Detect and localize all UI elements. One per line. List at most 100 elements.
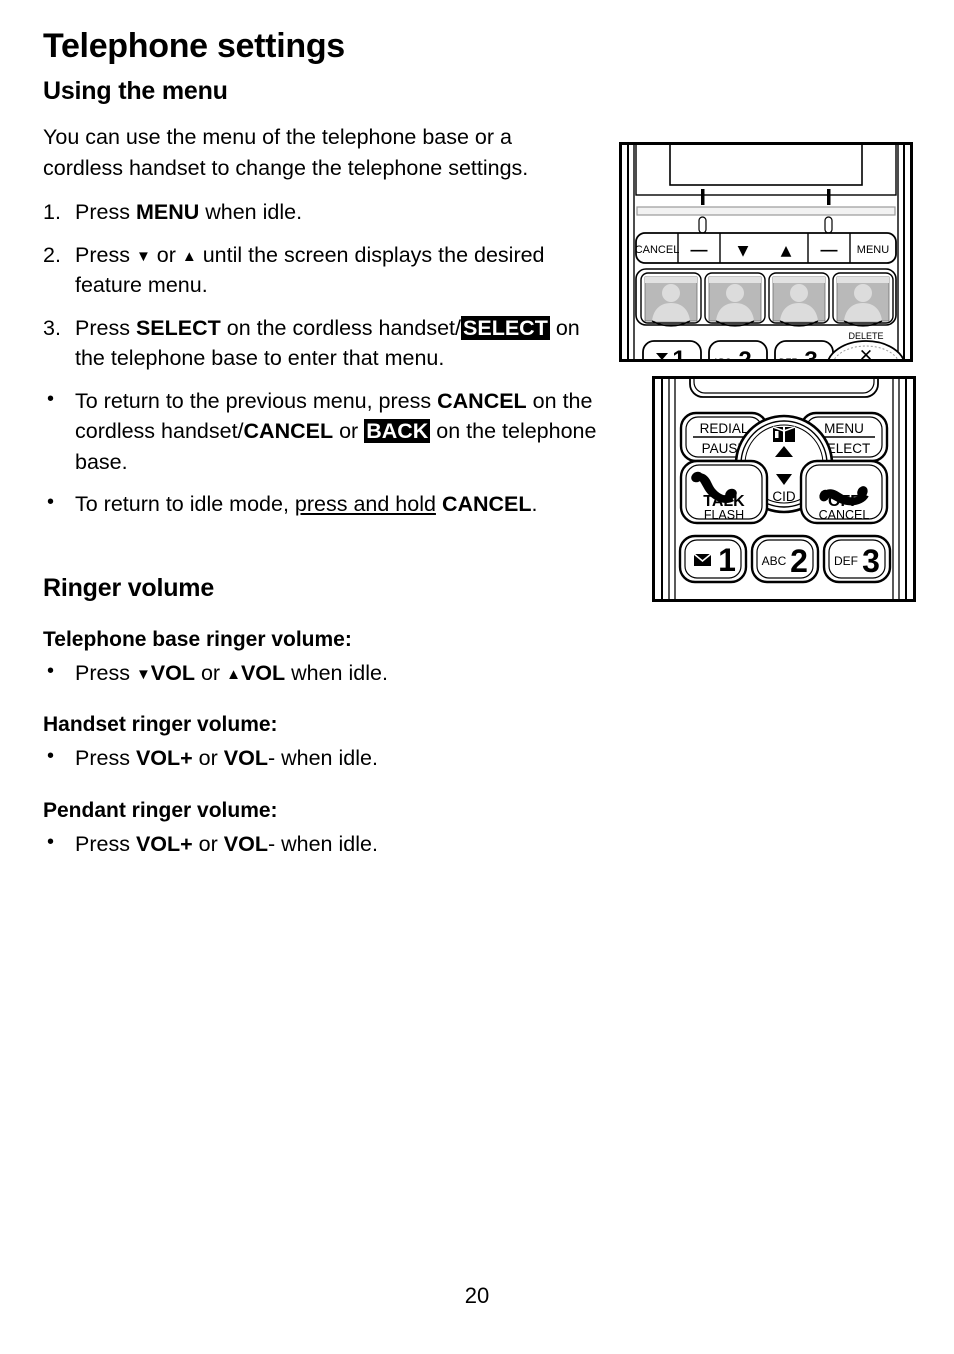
emphasis-bold: CANCEL bbox=[441, 492, 532, 517]
svg-text:1: 1 bbox=[718, 542, 736, 578]
bullet-glyph: • bbox=[47, 745, 55, 768]
emphasis-bold: MENU bbox=[135, 200, 200, 225]
svg-text:ABC: ABC bbox=[762, 554, 787, 568]
text-run: or bbox=[192, 832, 224, 857]
intro-paragraph: You can use the menu of the telephone ba… bbox=[43, 125, 529, 180]
emphasis-bold: SELECT bbox=[135, 315, 221, 340]
svg-text:CANCEL: CANCEL bbox=[635, 244, 680, 256]
figure-cordless-handset: REDIAL PAUSE MENU SELECT CID TALK FLASH … bbox=[652, 376, 916, 602]
emphasis-bold: VOL bbox=[223, 832, 268, 857]
softkey-strip: CANCEL — ▼ ▲ — MENU bbox=[635, 232, 897, 264]
step-item: 1. Press MENU when idle. bbox=[43, 197, 603, 228]
ringer-volume-subheading: Pendant ringer volume: bbox=[43, 798, 278, 822]
voicemail-envelope-icon bbox=[693, 553, 712, 566]
step-number: 2. bbox=[43, 242, 61, 267]
ringer-volume-subheading: Telephone base ringer volume: bbox=[43, 627, 352, 651]
ringer-volume-group: Handset ringer volume: • Press VOL+ or VOL… bbox=[43, 712, 913, 774]
text-run: or bbox=[150, 242, 182, 267]
ringer-volume-list: • Press ▼VOL or ▲VOL when idle. bbox=[43, 658, 913, 689]
steps-list: 1. Press MENU when idle. 2. Press ▼ or ▲ un… bbox=[43, 197, 603, 374]
svg-text:MENU: MENU bbox=[857, 244, 889, 256]
emphasis-underline: press and hold bbox=[294, 492, 436, 517]
svg-text:3: 3 bbox=[804, 347, 817, 359]
arrow-glyph: ▲ bbox=[181, 247, 197, 265]
step-number: 1. bbox=[43, 200, 61, 225]
text-run: Press bbox=[75, 200, 136, 225]
inverted-key-label: SELECT bbox=[461, 315, 550, 340]
telephone-base-illustration: CANCEL — ▼ ▲ — MENU DELETE ✕ bbox=[622, 145, 910, 359]
page-number: 20 bbox=[464, 1283, 490, 1308]
step-text: Press ▼ or ▲ until the screen displays t… bbox=[75, 243, 545, 298]
step-item: 3. Press SELECT on the cordless handset/S… bbox=[43, 313, 603, 374]
arrow-glyph: ▼ bbox=[135, 247, 151, 265]
text-run: Press bbox=[75, 660, 136, 685]
cordless-handset-illustration: REDIAL PAUSE MENU SELECT CID TALK FLASH … bbox=[655, 379, 913, 599]
text-run: To return to idle mode, bbox=[75, 492, 295, 517]
text-run: when idle. bbox=[285, 660, 388, 685]
speed-dial-buttons bbox=[635, 268, 897, 327]
handset-keypad-row: 1 ABC 2 DEF 3 bbox=[678, 534, 892, 584]
svg-text:2: 2 bbox=[738, 347, 751, 359]
emphasis-bold: CANCEL bbox=[437, 388, 527, 413]
text-run: when idle. bbox=[199, 200, 303, 225]
handset-button-off: OFF CANCEL bbox=[799, 459, 889, 525]
svg-text:ABC: ABC bbox=[713, 357, 732, 359]
inverted-key-label: BACK bbox=[364, 419, 431, 444]
bullet-glyph: • bbox=[47, 831, 55, 854]
text-run: or bbox=[195, 660, 227, 685]
ringer-volume-groups: Telephone base ringer volume: • Press ▼ VOL… bbox=[43, 627, 913, 860]
document-page: Telephone settings Using the menu You ca… bbox=[0, 0, 954, 1354]
text-run: To return to the previous menu, press bbox=[75, 388, 438, 413]
note-item: • To return to the previous menu, press C… bbox=[43, 386, 643, 478]
ringer-volume-list: • Press VOL+ or VOL- when idle. bbox=[43, 743, 913, 774]
svg-text:—: — bbox=[691, 240, 708, 259]
svg-text:FLASH: FLASH bbox=[704, 508, 744, 522]
notes-list: • To return to the previous menu, press C… bbox=[43, 386, 643, 520]
svg-text:DELETE: DELETE bbox=[848, 331, 883, 341]
svg-text:CANCEL: CANCEL bbox=[819, 508, 870, 522]
handset-button-talk: TALK FLASH bbox=[679, 459, 769, 525]
svg-text:✕: ✕ bbox=[859, 346, 873, 359]
ringer-volume-group: Pendant ringer volume: • Press VOL+ or VOL… bbox=[43, 798, 913, 860]
bullet-glyph: • bbox=[47, 491, 55, 514]
svg-text:▲: ▲ bbox=[781, 243, 792, 259]
ringer-volume-list: • Press VOL+ or VOL- when idle. bbox=[43, 829, 913, 860]
text-run: Press bbox=[75, 746, 136, 771]
ringer-volume-text: Press VOL+ or VOL- when idle. bbox=[75, 832, 378, 856]
bullet-glyph: • bbox=[47, 659, 55, 682]
page-title: Telephone settings bbox=[43, 27, 345, 65]
text-run: Press bbox=[75, 315, 136, 340]
svg-text:DEF: DEF bbox=[779, 357, 798, 359]
note-text: To return to the previous menu, press CA… bbox=[75, 389, 596, 474]
emphasis-bold: CANCEL bbox=[243, 419, 334, 444]
bullet-glyph: • bbox=[47, 387, 55, 410]
emphasis-bold: VOL+ bbox=[135, 746, 193, 771]
figure-telephone-base: CANCEL — ▼ ▲ — MENU DELETE ✕ bbox=[619, 142, 913, 362]
ringer-volume-text: Press ▼VOL or ▲VOL when idle. bbox=[75, 661, 388, 685]
ringer-volume-section: Ringer volume Telephone base ringer volu… bbox=[43, 574, 913, 860]
svg-text:1: 1 bbox=[672, 346, 685, 359]
note-text: To return to idle mode, press and hold C… bbox=[75, 492, 538, 516]
svg-text:DEF: DEF bbox=[834, 554, 858, 568]
svg-text:MENU: MENU bbox=[824, 421, 864, 436]
step-number: 3. bbox=[43, 315, 61, 340]
note-item: • To return to idle mode, press and hold … bbox=[43, 489, 643, 520]
ringer-volume-text: Press VOL+ or VOL- when idle. bbox=[75, 746, 378, 770]
ringer-volume-subheading: Handset ringer volume: bbox=[43, 713, 278, 737]
svg-text:▼: ▼ bbox=[738, 243, 749, 259]
text-run: . bbox=[531, 492, 538, 517]
text-run: or bbox=[192, 746, 224, 771]
arrow-glyph: ▼ bbox=[135, 665, 151, 683]
text-run: on the cordless handset/ bbox=[220, 315, 462, 340]
emphasis-bold: VOL bbox=[223, 746, 268, 771]
emphasis-bold: VOL+ bbox=[135, 832, 193, 857]
step-text: Press SELECT on the cordless handset/SEL… bbox=[75, 315, 580, 370]
step-item: 2. Press ▼ or ▲ until the screen displays… bbox=[43, 240, 603, 301]
ringer-volume-item: • Press VOL+ or VOL- when idle. bbox=[43, 829, 913, 860]
section-heading-using-the-menu: Using the menu bbox=[43, 77, 228, 106]
svg-text:—: — bbox=[821, 240, 838, 259]
text-run: or bbox=[333, 419, 365, 444]
text-run: - when idle. bbox=[267, 832, 378, 857]
svg-text:REDIAL: REDIAL bbox=[700, 421, 749, 436]
emphasis-bold: VOL bbox=[240, 660, 286, 685]
